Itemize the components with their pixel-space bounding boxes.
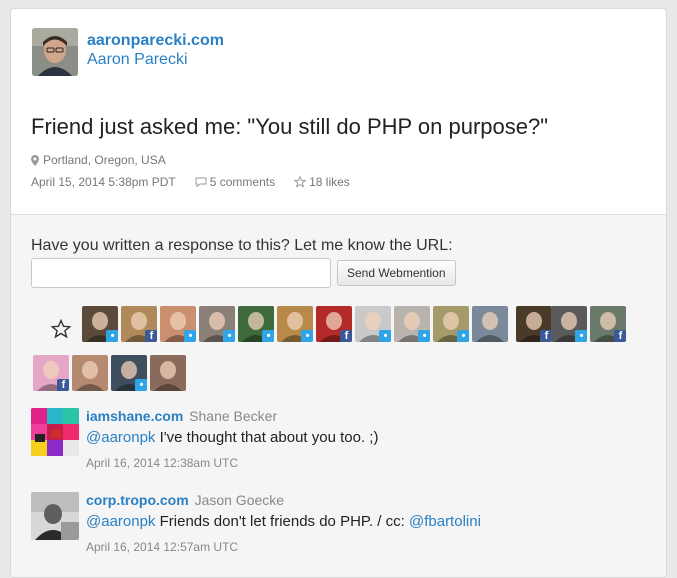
like-avatar[interactable]: • xyxy=(199,306,235,342)
commenter-site-link[interactable]: corp.tropo.com xyxy=(86,492,189,508)
comment-text: @aaronpk I've thought that about you too… xyxy=(86,429,378,446)
post-content: Friend just asked me: "You still do PHP … xyxy=(31,114,549,139)
post-header: aaronparecki.com Aaron Parecki Friend ju… xyxy=(11,9,666,214)
webmention-url-input[interactable] xyxy=(31,258,331,288)
map-pin-icon xyxy=(31,154,39,166)
facebook-icon: f xyxy=(145,330,157,342)
commenter-name: Jason Goecke xyxy=(194,492,285,508)
twitter-icon: • xyxy=(457,330,469,342)
comments-label: 5 comments xyxy=(209,175,276,189)
twitter-icon: • xyxy=(418,330,430,342)
like-avatar[interactable]: • xyxy=(238,306,274,342)
like-avatar[interactable] xyxy=(472,306,508,342)
star-icon xyxy=(51,319,71,339)
likes-count[interactable]: 18 likes xyxy=(294,175,350,189)
author-photo[interactable] xyxy=(32,28,78,76)
location-text[interactable]: Portland, Oregon, USA xyxy=(43,153,166,167)
like-avatar[interactable] xyxy=(150,355,186,391)
like-avatar[interactable]: f xyxy=(121,306,157,342)
commenter-site-link[interactable]: iamshane.com xyxy=(86,408,183,424)
star-icon xyxy=(294,176,307,188)
send-webmention-button[interactable]: Send Webmention xyxy=(337,260,456,286)
mention-link[interactable]: @aaronpk xyxy=(86,513,155,530)
twitter-icon: • xyxy=(184,330,196,342)
like-avatar[interactable]: f xyxy=(516,306,552,342)
twitter-icon: • xyxy=(262,330,274,342)
commenter-photo[interactable] xyxy=(31,408,79,456)
comment-body: Friends don't let friends do PHP. / cc: xyxy=(155,513,409,530)
post-date[interactable]: April 15, 2014 5:38pm PDT xyxy=(31,175,176,189)
commenter-photo[interactable] xyxy=(31,492,79,540)
facebook-icon: f xyxy=(57,379,69,391)
like-avatar[interactable]: • xyxy=(111,355,147,391)
post-meta: April 15, 2014 5:38pm PDT 5 comments 18 … xyxy=(31,175,350,189)
comment-text: @aaronpk Friends don't let friends do PH… xyxy=(86,513,481,530)
like-avatar[interactable]: f xyxy=(316,306,352,342)
commenter-name: Shane Becker xyxy=(189,408,278,424)
twitter-icon: • xyxy=(106,330,118,342)
like-avatar[interactable] xyxy=(72,355,108,391)
twitter-icon: • xyxy=(575,330,587,342)
like-avatar[interactable]: • xyxy=(551,306,587,342)
comment-date[interactable]: April 16, 2014 12:38am UTC xyxy=(86,456,238,470)
like-avatar[interactable]: • xyxy=(433,306,469,342)
twitter-icon: • xyxy=(223,330,235,342)
like-avatar[interactable]: • xyxy=(82,306,118,342)
responses-section: Have you written a response to this? Let… xyxy=(11,214,666,577)
twitter-icon: • xyxy=(379,330,391,342)
webmention-prompt: Have you written a response to this? Let… xyxy=(31,237,453,254)
comments-count[interactable]: 5 comments xyxy=(195,175,275,189)
author-site-link[interactable]: aaronparecki.com xyxy=(87,32,224,50)
author-name-link[interactable]: Aaron Parecki xyxy=(87,51,188,69)
comment-date[interactable]: April 16, 2014 12:57am UTC xyxy=(86,540,238,554)
twitter-icon: • xyxy=(301,330,313,342)
facebook-icon: f xyxy=(614,330,626,342)
likes-label: 18 likes xyxy=(309,175,350,189)
facebook-icon: f xyxy=(340,330,352,342)
mention-link[interactable]: @fbartolini xyxy=(409,513,481,530)
like-avatar[interactable]: f xyxy=(33,355,69,391)
like-avatar[interactable]: • xyxy=(277,306,313,342)
twitter-icon: • xyxy=(135,379,147,391)
comment-body: I've thought that about you too. ;) xyxy=(155,429,379,446)
post-location: Portland, Oregon, USA xyxy=(31,153,166,167)
like-avatar[interactable]: f xyxy=(590,306,626,342)
mention-link[interactable]: @aaronpk xyxy=(86,429,155,446)
like-avatar[interactable]: • xyxy=(394,306,430,342)
post-card: aaronparecki.com Aaron Parecki Friend ju… xyxy=(10,8,667,578)
speech-bubble-icon xyxy=(195,177,207,187)
like-avatar[interactable]: • xyxy=(160,306,196,342)
like-avatar[interactable]: • xyxy=(355,306,391,342)
